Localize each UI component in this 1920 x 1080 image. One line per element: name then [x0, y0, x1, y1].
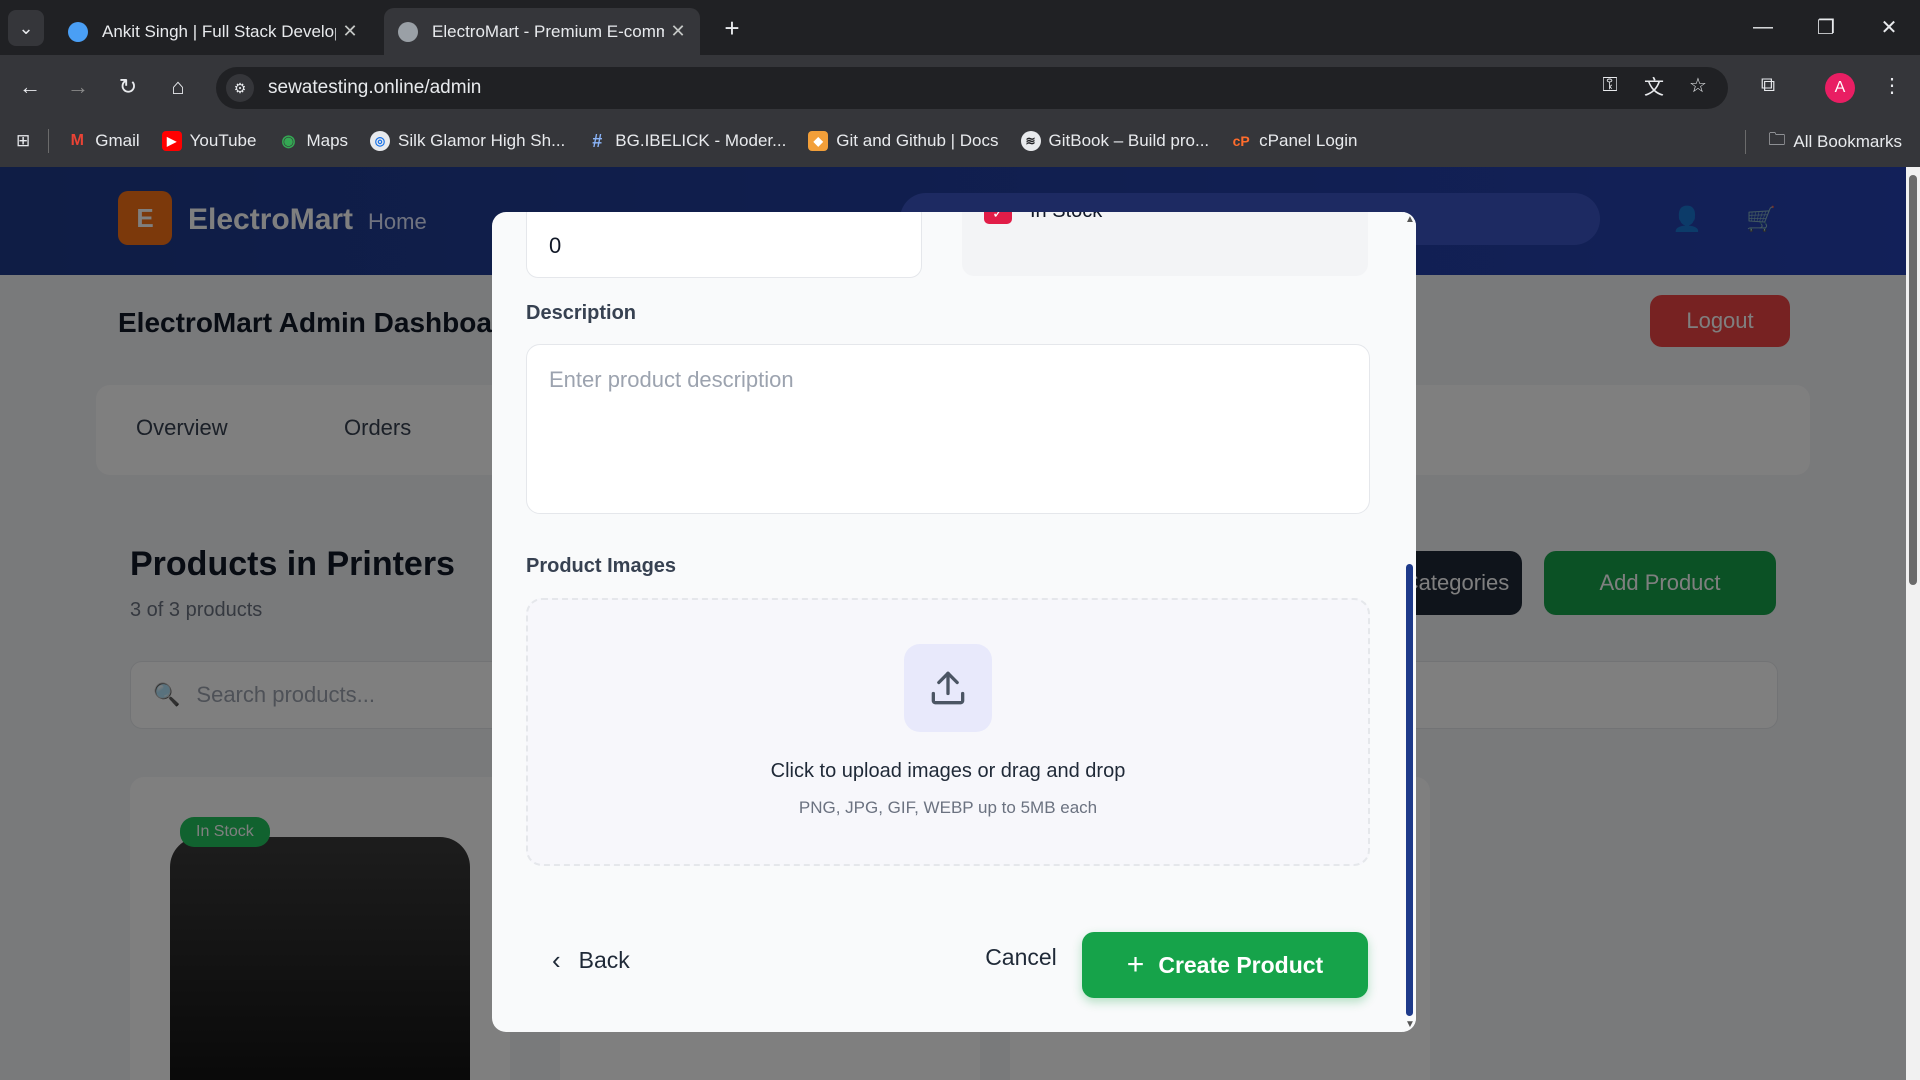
maps-pin-icon: ◉: [281, 133, 296, 150]
home-icon[interactable]: ⌂: [160, 69, 196, 105]
git-docs-icon: ◆: [808, 131, 829, 151]
close-tab-icon[interactable]: ✕: [336, 21, 364, 42]
bookmark-label: Maps: [306, 131, 349, 150]
page-scrollbar-thumb[interactable]: [1909, 175, 1917, 585]
reload-icon[interactable]: ↻: [110, 69, 146, 105]
new-tab-button[interactable]: +: [716, 12, 748, 44]
bookmark-label: Silk Glamor High Sh...: [398, 131, 566, 150]
site-info-icon[interactable]: ⚙: [226, 74, 254, 102]
bookmark-label: cPanel Login: [1259, 131, 1358, 150]
modal-scrollbar-thumb[interactable]: [1406, 564, 1413, 1016]
in-stock-toggle[interactable]: ✓ In Stock: [962, 212, 1368, 276]
browser-toolbar: ← → ↻ ⌂ ⚙ sewatesting.online/admin ⚿ 文 ☆…: [0, 55, 1920, 172]
tab-title: ElectroMart - Premium E-comm: [432, 21, 664, 41]
in-stock-label: In Stock: [1030, 212, 1102, 223]
forward-arrow-icon[interactable]: →: [60, 69, 96, 105]
hash-icon: #: [592, 130, 603, 151]
description-textarea[interactable]: Enter product description: [526, 344, 1370, 514]
globe-favicon-icon: [398, 21, 418, 42]
product-images-label: Product Images: [526, 555, 677, 577]
bookmark-label: YouTube: [189, 131, 257, 150]
back-arrow-icon[interactable]: ←: [12, 69, 48, 105]
bookmark-label: BG.IBELICK - Moder...: [615, 131, 787, 150]
upload-instructions: Click to upload images or drag and drop: [770, 760, 1126, 782]
stock-value: 0: [549, 233, 562, 258]
upload-file-types: PNG, JPG, GIF, WEBP up to 5MB each: [798, 798, 1098, 817]
folder-icon: 🗀: [1768, 130, 1786, 149]
image-upload-dropzone[interactable]: Click to upload images or drag and drop …: [526, 598, 1370, 866]
description-label: Description: [526, 302, 637, 324]
scroll-down-arrow-icon[interactable]: ▼: [1405, 1019, 1415, 1030]
create-product-label: Create Product: [1158, 951, 1324, 978]
all-bookmarks-label: All Bookmarks: [1793, 131, 1902, 151]
bookmark-cpanel[interactable]: cP cPanel Login: [1231, 131, 1358, 151]
translate-icon[interactable]: 文: [1638, 69, 1670, 101]
bookmark-separator: [48, 129, 50, 153]
password-key-icon[interactable]: ⚿: [1594, 69, 1626, 101]
bookmark-bg-ibelick[interactable]: # BG.IBELICK - Moder...: [587, 131, 786, 151]
youtube-icon: ▶: [161, 131, 182, 151]
minimize-icon[interactable]: —: [1740, 8, 1786, 46]
silk-glamor-icon: ◎: [370, 131, 391, 151]
close-tab-icon[interactable]: ✕: [664, 21, 692, 42]
close-window-icon[interactable]: ✕: [1866, 8, 1912, 46]
gitbook-icon: ≋: [1020, 131, 1041, 151]
plus-icon: +: [1126, 948, 1145, 981]
cpanel-icon: cP: [1232, 133, 1250, 149]
bookmark-star-icon[interactable]: ☆: [1682, 69, 1714, 101]
cancel-button[interactable]: Cancel: [954, 944, 1088, 984]
modal-scrollbar[interactable]: ▲ ▼: [1403, 212, 1416, 1032]
upload-icon: [904, 644, 992, 732]
stock-quantity-input[interactable]: 0: [526, 212, 922, 278]
bookmark-gitbook[interactable]: ≋ GitBook – Build pro...: [1020, 131, 1210, 151]
bookmark-label: Git and Github | Docs: [836, 131, 999, 150]
create-product-button[interactable]: + Create Product: [1082, 932, 1368, 998]
more-menu-icon[interactable]: ⋮: [1876, 69, 1908, 101]
bookmark-silk-glamor[interactable]: ◎ Silk Glamor High Sh...: [370, 131, 565, 151]
gmail-icon: M: [70, 132, 84, 149]
url-text[interactable]: sewatesting.online/admin: [268, 77, 481, 99]
address-bar[interactable]: ⚙ sewatesting.online/admin: [216, 67, 1728, 109]
all-bookmarks-button[interactable]: 🗀 All Bookmarks: [1745, 127, 1902, 156]
page-scrollbar[interactable]: [1906, 167, 1920, 1080]
in-stock-checkbox[interactable]: ✓: [984, 212, 1012, 224]
description-placeholder: Enter product description: [549, 367, 794, 392]
apps-grid-icon[interactable]: ⊞: [16, 131, 30, 151]
back-button[interactable]: ‹ Back: [552, 940, 630, 980]
tab-electromart[interactable]: ElectroMart - Premium E-comm ✕: [384, 8, 700, 55]
bookmark-separator: [1745, 129, 1747, 154]
tab-ankit-singh[interactable]: Ankit Singh | Full Stack Develop ✕: [54, 8, 372, 55]
create-product-modal: 0 ✓ In Stock Description Enter product d…: [492, 212, 1416, 1032]
bookmark-youtube[interactable]: ▶ YouTube: [161, 131, 257, 151]
bookmark-git-github[interactable]: ◆ Git and Github | Docs: [808, 131, 999, 151]
bookmarks-bar: ⊞ M Gmail ▶ YouTube ◉ Maps ◎ Silk Glamor…: [0, 119, 1920, 163]
bookmark-label: GitBook – Build pro...: [1048, 131, 1210, 150]
bookmark-maps[interactable]: ◉ Maps: [278, 131, 348, 151]
chevron-left-icon: ‹: [552, 944, 561, 975]
back-label: Back: [578, 946, 630, 973]
portfolio-favicon-icon: [68, 21, 88, 42]
profile-avatar[interactable]: A: [1825, 73, 1855, 103]
bookmark-label: Gmail: [95, 131, 140, 150]
tab-title: Ankit Singh | Full Stack Develop: [102, 21, 336, 41]
bookmark-gmail[interactable]: M Gmail: [67, 131, 140, 151]
extensions-icon[interactable]: ⧉: [1752, 69, 1784, 101]
scroll-up-arrow-icon[interactable]: ▲: [1405, 214, 1415, 225]
tab-search-menu-button[interactable]: ⌄: [8, 10, 44, 46]
tab-strip: ⌄ Ankit Singh | Full Stack Develop ✕ Ele…: [0, 0, 1920, 55]
restore-icon[interactable]: ❐: [1803, 8, 1849, 46]
